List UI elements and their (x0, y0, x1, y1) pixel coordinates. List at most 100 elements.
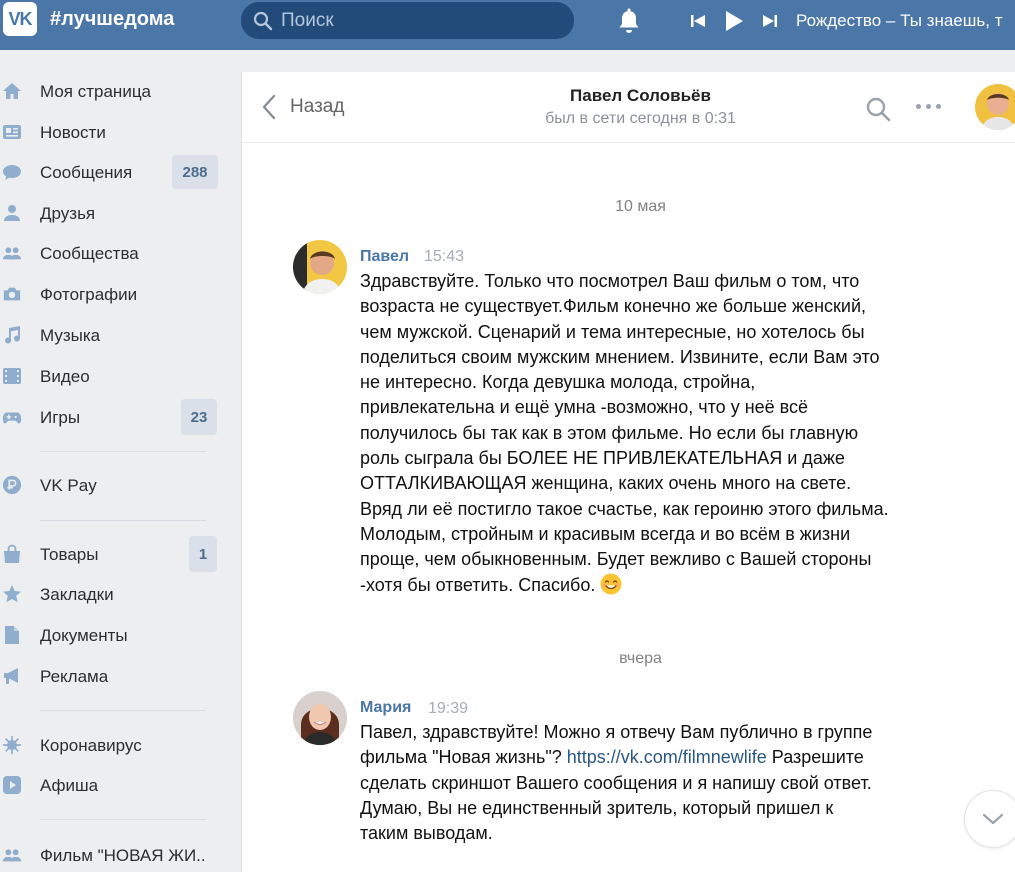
author-avatar[interactable] (293, 240, 347, 294)
sidebar-item-label: Сообщения (40, 163, 133, 182)
shop-icon (2, 544, 22, 564)
message-fragment: фильма "Новая жизнь"? (360, 747, 567, 768)
vk-logo[interactable]: VK (3, 2, 37, 36)
group-icon (2, 845, 22, 865)
track-title[interactable]: Рождество – Ты знаешь, т (796, 11, 1015, 31)
peer-status: был в сети сегодня в 0:31 (545, 110, 736, 127)
sidebar-item-music[interactable]: Музыка (0, 318, 230, 352)
sidebar-item-label: Фильм "НОВАЯ ЖИ.. (40, 846, 206, 865)
date-separator: 10 мая (615, 198, 666, 215)
message-author[interactable]: Павел (360, 248, 409, 266)
sidebar-divider (40, 819, 206, 820)
document-icon (2, 625, 22, 645)
sidebar-item-label: Сообщества (40, 244, 139, 263)
sidebar-item-label: Документы (40, 626, 128, 645)
message-author[interactable]: Мария (360, 699, 411, 717)
chat-header: Назад Павел Соловьёв был в сети сегодня … (242, 72, 1015, 143)
messages-count-badge: 288 (172, 155, 218, 189)
sidebar-item-my-page[interactable]: Моя страница (0, 74, 230, 108)
more-icon[interactable] (916, 104, 941, 109)
message-text: Павел, здравствуйте! Можно я отвечу Вам … (360, 720, 872, 846)
sidebar-item-ads[interactable]: Реклама (0, 659, 230, 693)
message-line: проще, чем обыкновенным. Будет вежливо с… (360, 549, 872, 570)
author-avatar[interactable] (293, 691, 347, 745)
search-box[interactable] (241, 2, 574, 39)
top-bar: VK #лучшедома Рождество – Ты знаешь, т (0, 0, 1015, 50)
sidebar-item-label: Новости (40, 123, 106, 142)
sidebar-item-coronavirus[interactable]: Коронавирус (0, 728, 230, 762)
sidebar-item-video[interactable]: Видео (0, 359, 230, 393)
bell-icon[interactable] (616, 8, 642, 41)
message-line: роль сыграла бы БОЛЕЕ НЕ ПРИВЛЕКАТЕЛЬНАЯ… (360, 448, 845, 469)
sidebar-item-documents[interactable]: Документы (0, 618, 230, 652)
sidebar-item-friends[interactable]: Друзья (0, 196, 230, 230)
peer-name[interactable]: Павел Соловьёв (242, 86, 1015, 106)
previous-track-icon[interactable] (690, 13, 706, 29)
sidebar-item-label: Фотографии (40, 285, 138, 304)
friends-icon (2, 203, 22, 223)
message-line: привлекательна и ещё умна -возможно, что… (360, 397, 809, 418)
message-text: Здравствуйте. Только что посмотрел Ваш ф… (360, 269, 889, 598)
home-icon (2, 81, 22, 101)
next-track-icon[interactable] (762, 13, 778, 29)
sidebar-item-label: Коронавирус (40, 736, 142, 755)
message-line: ОТТАЛКИВАЮЩАЯ женщина, каких очень много… (360, 473, 852, 494)
search-input[interactable] (281, 9, 561, 32)
message-line: получилось бы так как в этом фильме. Но … (360, 422, 859, 443)
communities-icon (2, 243, 22, 263)
peer-avatar[interactable] (975, 84, 1015, 130)
virus-icon (2, 735, 22, 755)
games-count-badge: 23 (181, 399, 217, 435)
sidebar-item-label: Закладки (40, 585, 114, 604)
sidebar-item-photos[interactable]: Фотографии (0, 277, 230, 311)
star-icon (2, 584, 22, 604)
message-line: Думаю, Вы не единственный зритель, котор… (360, 797, 834, 818)
message-line: Здравствуйте. Только что посмотрел Ваш ф… (360, 271, 860, 291)
play-icon (2, 775, 22, 795)
message-line: таким выводам. (360, 823, 493, 844)
message-line: поделиться своим мужским мнением. Извини… (360, 346, 880, 367)
message-time[interactable]: 15:43 (424, 248, 464, 266)
sidebar-divider (40, 520, 206, 521)
scroll-down-button[interactable] (964, 790, 1015, 848)
camera-icon (2, 284, 22, 304)
play-icon[interactable] (724, 10, 744, 32)
music-icon (2, 325, 22, 345)
search-icon[interactable] (865, 96, 891, 127)
message-time[interactable]: 19:39 (428, 700, 468, 718)
message-fragment: Разрешите (766, 747, 864, 768)
sidebar-item-bookmarks[interactable]: Закладки (0, 577, 230, 611)
games-icon (2, 407, 22, 427)
date-separator: вчера (619, 650, 662, 667)
sidebar-item-label: Моя страница (40, 82, 152, 101)
message-line: фильма "Новая жизнь"? https://vk.com/fil… (360, 745, 872, 770)
sidebar-item-group-film[interactable]: Фильм "НОВАЯ ЖИ.. (0, 838, 230, 872)
message-line: чем мужской. Сценарий и тема интересные,… (360, 321, 865, 342)
sidebar-item-label: Товары (40, 545, 99, 564)
message-line: не интересно. Когда девушка молода, стро… (360, 372, 756, 393)
sidebar-item-label: Видео (40, 367, 90, 386)
chevron-down-icon (982, 813, 1004, 825)
news-icon (2, 122, 22, 142)
sidebar-item-label: Реклама (40, 667, 109, 686)
brand-hashtag[interactable]: #лучшедома (50, 8, 174, 31)
sidebar-item-vk-pay[interactable]: VK Pay (0, 468, 230, 502)
sidebar-item-games[interactable]: Игры 23 (0, 399, 230, 435)
message-line: -хотя бы ответить. Спасибо. (360, 574, 596, 595)
message-line: сделать скриншот Вашего сообщения и я на… (360, 772, 872, 793)
sidebar-item-label: Друзья (40, 204, 96, 223)
smile-emoji-icon (600, 573, 622, 595)
sidebar-divider (40, 451, 206, 452)
sidebar-item-afisha[interactable]: Афиша (0, 768, 230, 802)
message-line: Павел, здравствуйте! Можно я отвечу Вам … (360, 722, 873, 742)
sidebar-item-goods[interactable]: Товары 1 (0, 536, 230, 572)
sidebar-item-label: VK Pay (40, 476, 97, 495)
message-link[interactable]: https://vk.com/filmnewlife (567, 747, 767, 767)
sidebar-item-communities[interactable]: Сообщества (0, 236, 230, 270)
sidebar-item-news[interactable]: Новости (0, 115, 230, 149)
goods-count-badge: 1 (189, 536, 217, 572)
message-line: Вряд ли её постигло такое счастье, как г… (360, 498, 889, 519)
messages-icon (2, 162, 22, 182)
message-line-last: -хотя бы ответить. Спасибо. (360, 573, 889, 598)
sidebar-item-messages[interactable]: Сообщения 288 (0, 155, 230, 189)
